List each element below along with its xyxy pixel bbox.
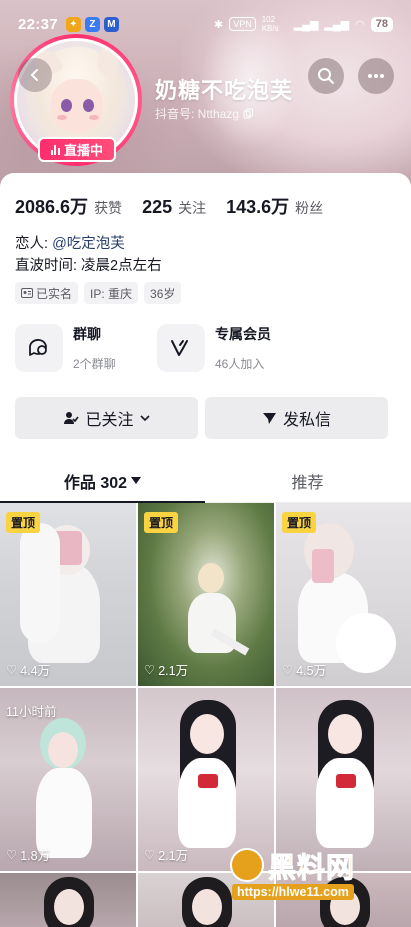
tag-verified: 已实名	[15, 282, 79, 304]
signal-icon: ▂▄▆	[324, 18, 350, 31]
video-thumbnail[interactable]: 置顶 ♡ 4.4万	[0, 503, 136, 686]
network-speed: 102 KB/s	[261, 15, 279, 33]
profile-tags: 已实名 IP: 重庆 36岁	[15, 282, 182, 304]
like-count: ♡ 4.4万	[6, 663, 51, 678]
site-watermark: 黑料网 https://hlwe11.com	[230, 846, 410, 908]
followed-button[interactable]: 已关注	[15, 397, 198, 439]
chevron-left-icon	[30, 69, 38, 81]
profile-stats: 2086.6万 获赞 225 关注 143.6万 粉丝	[15, 193, 343, 219]
pinned-badge: 置顶	[6, 512, 41, 533]
app-notification-icon: Z	[84, 16, 100, 32]
watermark-logo-icon	[230, 848, 264, 882]
live-badge[interactable]: 直播中	[38, 137, 116, 162]
wifi-icon: ◠	[355, 18, 365, 31]
video-thumbnail[interactable]: 11小时前 ♡ 1.8万	[0, 688, 136, 871]
group-chat-title: 群聊	[73, 326, 101, 342]
membership-icon	[157, 324, 205, 372]
douyin-id[interactable]: 抖音号: Ntthazg	[155, 105, 254, 122]
pinned-badge: 置顶	[282, 512, 317, 533]
like-count: ♡ 2.1万	[144, 663, 189, 678]
profile-tabs: 作品 302 推荐	[0, 459, 411, 503]
heart-icon: ♡	[282, 663, 294, 677]
heart-icon: ♡	[144, 848, 156, 862]
bio-lover-prefix: 恋人:	[15, 236, 53, 252]
video-thumbnail[interactable]: 置顶 ♡ 4.5万	[276, 503, 411, 686]
back-button[interactable]	[18, 58, 52, 92]
like-count: ♡ 4.5万	[282, 663, 327, 678]
copy-icon	[243, 108, 254, 119]
stat-followers[interactable]: 143.6万 粉丝	[226, 193, 323, 219]
user-check-icon	[64, 412, 80, 424]
caret-down-icon	[131, 477, 142, 484]
live-bars-icon	[50, 144, 60, 155]
video-thumbnail[interactable]: 置顶 ♡ 2.1万	[138, 503, 274, 686]
more-dots-icon	[368, 74, 384, 78]
profile-nickname: 奶糖不吃泡芙	[155, 78, 294, 103]
more-button[interactable]	[358, 58, 394, 94]
id-card-icon	[21, 288, 33, 298]
send-icon	[262, 412, 276, 424]
vpn-icon: VPN	[229, 17, 256, 31]
battery-icon: 78	[370, 16, 393, 32]
posted-time: 11小时前	[6, 705, 57, 719]
live-badge-label: 直播中	[63, 143, 103, 158]
profile-bio: 恋人: @吃定泡芙 直波时间: 凌晨2点左右	[15, 233, 162, 277]
exclusive-membership-entry[interactable]: 专属会员 46人加入	[157, 324, 271, 372]
video-thumbnail[interactable]	[276, 688, 411, 871]
app-notification-icon: M	[103, 16, 119, 32]
stat-following[interactable]: 225 关注	[142, 197, 206, 218]
group-chat-count: 2个群聊	[73, 357, 116, 371]
signal-icon: ▂▄▆	[293, 18, 319, 31]
status-time: 22:37	[18, 15, 58, 33]
bio-mention-link[interactable]: @吃定泡芙	[52, 236, 125, 252]
stat-likes[interactable]: 2086.6万 获赞	[15, 193, 122, 219]
status-notification-icons: ✦ Z M	[65, 16, 119, 32]
bluetooth-icon: ✱	[213, 18, 224, 31]
watermark-url: https://hlwe11.com	[232, 884, 354, 900]
pinned-badge: 置顶	[144, 512, 179, 533]
search-icon	[318, 68, 334, 84]
group-chat-entry[interactable]: 群聊 2个群聊	[15, 324, 116, 372]
watermark-title: 黑料网	[267, 852, 356, 884]
chevron-down-icon	[139, 414, 150, 421]
heart-icon: ♡	[144, 663, 156, 677]
search-button[interactable]	[308, 58, 344, 94]
profile-card: 2086.6万 获赞 225 关注 143.6万 粉丝 恋人: @吃定泡芙 直波时间:…	[0, 173, 411, 503]
douyin-id-text: 抖音号: Ntthazg	[155, 107, 240, 121]
membership-count: 46人加入	[215, 357, 265, 371]
like-count: ♡ 1.8万	[6, 848, 51, 863]
video-thumbnail[interactable]	[0, 873, 136, 927]
like-count: ♡ 2.1万	[144, 848, 189, 863]
video-thumbnail[interactable]: ♡ 2.1万	[138, 688, 274, 871]
heart-icon: ♡	[6, 663, 18, 677]
heart-icon: ♡	[6, 848, 18, 862]
tab-recommend[interactable]: 推荐	[205, 459, 410, 502]
tag-ip: IP: 重庆	[84, 282, 139, 304]
group-chat-icon	[15, 324, 63, 372]
tag-age: 36岁	[144, 282, 182, 304]
membership-title: 专属会员	[215, 326, 271, 342]
status-right-icons: ✱ VPN 102 KB/s ▂▄▆ ▂▄▆ ◠ 78	[214, 15, 393, 33]
tab-works[interactable]: 作品 302	[0, 459, 205, 503]
status-bar: 22:37 ✦ Z M ✱ VPN 102 KB/s ▂▄▆ ▂▄▆ ◠ 78	[0, 0, 411, 48]
app-notification-icon: ✦	[65, 16, 81, 32]
send-message-button[interactable]: 发私信	[205, 397, 388, 439]
bio-live-time: 直波时间: 凌晨2点左右	[15, 258, 162, 274]
